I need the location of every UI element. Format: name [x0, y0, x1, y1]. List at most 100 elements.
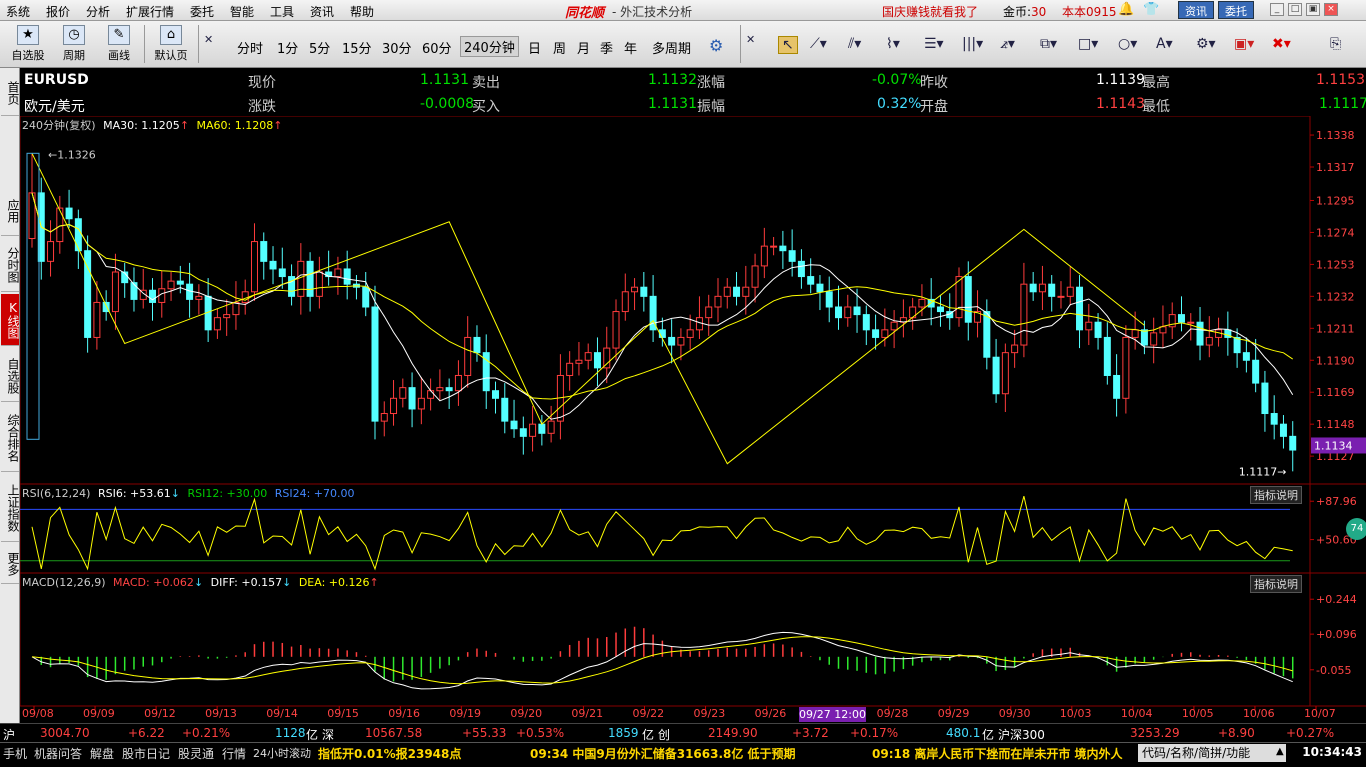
candle-body: [417, 397, 425, 410]
tab-kline[interactable]: K线图: [1, 294, 20, 346]
taskbar-analysis[interactable]: 解盘: [90, 745, 114, 762]
quote-value: -0.07%: [872, 72, 922, 88]
period-tick[interactable]: 分时: [237, 38, 263, 57]
tab-shanghai-index[interactable]: 上证指数: [1, 474, 20, 542]
menu-help[interactable]: 帮助: [350, 3, 374, 20]
channel-tool-icon[interactable]: ⧉▾: [1040, 36, 1057, 52]
bell-icon[interactable]: 🔔: [1118, 2, 1134, 17]
period-15m[interactable]: 15分: [342, 38, 372, 57]
candle-body: [733, 286, 741, 297]
circle-tool-icon[interactable]: ○▾: [1118, 36, 1137, 52]
candle-body: [825, 291, 833, 308]
period-1m[interactable]: 1分: [277, 38, 298, 57]
x-tick-label: 09/23: [694, 707, 726, 720]
tab-timeshare[interactable]: 分时图: [1, 238, 20, 292]
taskbar-24h-scroll[interactable]: 24小时滚动: [253, 745, 311, 761]
taskbar-gulingtong[interactable]: 股灵通: [178, 745, 214, 762]
tab-more[interactable]: 更多: [1, 544, 20, 584]
fib-tool-icon[interactable]: ☰▾: [924, 36, 944, 52]
candle-body: [621, 291, 629, 313]
period-30m[interactable]: 30分: [382, 38, 412, 57]
period-week[interactable]: 周: [553, 38, 566, 57]
text-tool-icon[interactable]: A▾: [1156, 36, 1173, 52]
rsi-help-button[interactable]: 指标说明: [1250, 486, 1302, 504]
trade-button[interactable]: 委托: [1218, 1, 1254, 19]
y-tick-label: 1.1169: [1316, 386, 1355, 399]
menu-trade[interactable]: 委托: [190, 3, 214, 20]
line-tool-icon[interactable]: ⟋▾: [810, 36, 827, 52]
news-ticker-3[interactable]: 09:18 离岸人民币下挫而在岸未开市 境内外人: [872, 745, 1123, 762]
high-marker: ←1.1326: [48, 148, 96, 161]
candle-body: [1261, 382, 1269, 415]
period-60m[interactable]: 60分: [422, 38, 452, 57]
taskbar-robot-qa[interactable]: 机器问答: [34, 745, 82, 762]
default-page-button[interactable]: ⌂ 默认页: [150, 25, 192, 63]
shirt-icon[interactable]: 👕: [1143, 2, 1159, 17]
arrow-up-icon: ↑: [179, 119, 190, 132]
chevron-up-icon[interactable]: ▲: [1276, 746, 1284, 757]
candle-body: [677, 336, 685, 346]
tab-watchlist[interactable]: 自选股: [1, 350, 20, 402]
menu-smart[interactable]: 智能: [230, 3, 254, 20]
tab-ranking[interactable]: 综合排名: [1, 404, 20, 472]
watchlist-button[interactable]: ★ 自选股: [8, 25, 48, 63]
menu-news[interactable]: 资讯: [310, 3, 334, 20]
wave-tool-icon[interactable]: ⌇▾: [886, 36, 900, 52]
collapse-icon[interactable]: ✕: [746, 33, 755, 46]
macd-help-button[interactable]: 指标说明: [1250, 575, 1302, 593]
tab-home[interactable]: 首页: [1, 70, 20, 116]
export-icon[interactable]: ⎘: [1330, 36, 1341, 52]
candle-body: [797, 260, 805, 278]
quote-label: 买入: [472, 99, 500, 115]
period-button[interactable]: ◷ 周期: [55, 25, 93, 63]
code-search-input[interactable]: 代码/名称/简拼/功能: [1138, 744, 1286, 762]
cursor-icon[interactable]: ↖: [778, 36, 798, 54]
parallel-tool-icon[interactable]: ⫽▾: [848, 36, 861, 52]
gear-icon[interactable]: ⚙: [709, 36, 723, 55]
quote-label: 开盘: [920, 99, 948, 115]
menu-analysis[interactable]: 分析: [86, 3, 110, 20]
gann-tool-icon[interactable]: |||▾: [962, 36, 983, 52]
period-day[interactable]: 日: [528, 38, 541, 57]
tab-apps[interactable]: 应用: [1, 186, 20, 236]
menu-extended[interactable]: 扩展行情: [126, 3, 174, 20]
candle-body: [1076, 286, 1084, 331]
candle-body: [1094, 321, 1102, 338]
taskbar-diary[interactable]: 股市日记: [122, 745, 170, 762]
save-icon[interactable]: ▣▾: [1234, 36, 1254, 52]
fan-tool-icon[interactable]: ⦨▾: [1000, 36, 1015, 52]
kline-chart[interactable]: 1.1338 1.1317 1.1295 1.1274 1.1253 1.1232 1.12…: [20, 116, 1366, 723]
restore-icon[interactable]: □: [1288, 3, 1302, 16]
promo-link[interactable]: 国庆赚钱就看我了: [882, 3, 978, 20]
menu-tools[interactable]: 工具: [270, 3, 294, 20]
taskbar-quotes[interactable]: 行情: [222, 745, 246, 762]
quote-value: 1.1153: [1316, 72, 1365, 88]
x-tick-label: 09/19: [449, 707, 481, 720]
news-ticker-2[interactable]: 09:34 中国9月份外汇储备31663.8亿 低于预期: [530, 745, 796, 762]
news-button[interactable]: 资讯: [1178, 1, 1214, 19]
rect-tool-icon[interactable]: □▾: [1078, 36, 1098, 52]
period-240m[interactable]: 240分钟: [460, 36, 519, 57]
period-month[interactable]: 月: [577, 38, 590, 57]
period-quarter[interactable]: 季: [600, 38, 613, 57]
period-5m[interactable]: 5分: [309, 38, 330, 57]
maximize-icon[interactable]: ▣: [1306, 3, 1320, 16]
taskbar-mobile[interactable]: 手机: [3, 745, 27, 762]
score-badge[interactable]: 74: [1346, 518, 1366, 540]
draw-button[interactable]: ✎ 画线: [100, 25, 138, 63]
news-ticker-1[interactable]: 指低开0.01%报23948点: [318, 745, 461, 762]
cy-index-change: +3.72: [792, 726, 829, 740]
delete-icon[interactable]: ✖▾: [1272, 36, 1291, 52]
minimize-icon[interactable]: _: [1270, 3, 1284, 16]
collapse-icon[interactable]: ✕: [204, 33, 213, 46]
coin-value: 30: [1031, 5, 1047, 19]
period-multi[interactable]: 多周期: [652, 38, 691, 57]
close-icon[interactable]: ×: [1324, 3, 1338, 16]
candle-body: [751, 265, 759, 288]
settings-icon[interactable]: ⚙▾: [1196, 36, 1216, 52]
version-label[interactable]: 本本0915: [1062, 3, 1117, 20]
period-year[interactable]: 年: [624, 38, 637, 57]
menu-system[interactable]: 系统: [6, 3, 30, 20]
x-tick-label: 10/07: [1304, 707, 1336, 720]
menu-quotes[interactable]: 报价: [46, 3, 70, 20]
